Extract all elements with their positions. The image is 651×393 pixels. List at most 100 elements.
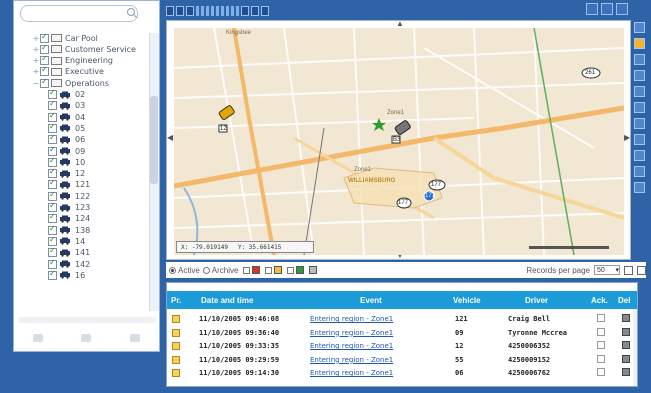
tree-vehicle-item[interactable]: 122 [48,190,90,201]
map-tool-button[interactable] [176,6,184,16]
tree-checkbox[interactable] [40,54,49,66]
tree-vehicle-item[interactable]: 14 [48,235,85,246]
tree-vehicle-item[interactable]: 04 [48,111,85,122]
tree-vehicle-item[interactable]: 16 [48,269,85,280]
region-icon[interactable] [634,70,645,81]
tree-checkbox[interactable] [48,178,57,190]
table-row[interactable]: 11/10/2005 09:29:59 Entering region - Zon… [167,353,637,366]
tree-scrollbar-thumb[interactable] [150,96,158,184]
expand-icon[interactable]: + [32,34,40,43]
tree-refresh-icon[interactable] [33,334,44,342]
find-vehicle-icon[interactable] [634,38,645,49]
settings-icon[interactable] [616,3,628,15]
col-vehicle[interactable]: Vehicle [453,296,481,305]
tree-vehicle-item[interactable]: 123 [48,201,90,213]
search-icon[interactable] [126,7,138,19]
pan-up-icon[interactable]: ▲ [396,19,404,28]
layers-icon[interactable] [634,54,645,65]
tree-checkbox[interactable] [48,99,57,111]
zoom-slider-step[interactable] [211,6,214,16]
priority-medium-checkbox[interactable] [265,266,273,274]
export-icon[interactable] [634,150,645,161]
vehicle-marker-label[interactable]: B3 [393,137,400,143]
tree-checkbox[interactable] [48,246,57,258]
table-row[interactable]: 11/10/2005 09:33:35 Entering region - Zon… [167,339,637,352]
ack-checkbox[interactable] [597,341,605,350]
tree-checkbox[interactable] [40,33,49,43]
save-icon[interactable] [309,266,318,274]
tree-folder-item[interactable]: − Operations [32,77,109,88]
tree-folder-item[interactable]: + Engineering [32,54,113,66]
cell-event-link[interactable]: Entering region - Zone1 [310,369,393,377]
map-tool-button[interactable] [261,6,269,16]
ack-checkbox[interactable] [597,354,605,363]
ack-checkbox[interactable] [597,368,605,377]
tree-checkbox[interactable] [40,65,49,77]
priority-high-checkbox[interactable] [243,266,251,274]
tree-checkbox[interactable] [40,43,49,54]
tree-checkbox[interactable] [48,122,57,133]
map-canvas[interactable]: Kingsbee Zone1 WILLIAMSBURG Zone1 261 17… [174,28,624,255]
tree-checkbox[interactable] [40,77,49,88]
tree-checkbox[interactable] [48,88,57,99]
zoom-slider-step[interactable] [196,6,199,16]
delete-icon[interactable] [622,341,630,350]
list-view-icon[interactable] [637,265,646,275]
col-delete[interactable]: Del [618,296,630,305]
search-input[interactable] [20,5,138,22]
vehicle-marker-label[interactable]: 12 [220,126,227,132]
tree-checkbox[interactable] [48,212,57,224]
col-priority[interactable]: Pr. [171,296,181,305]
tree-vehicle-item[interactable]: 09 [48,145,85,156]
grid-view-icon[interactable] [624,265,633,275]
table-row[interactable]: 11/10/2005 09:14:30 Entering region - Zon… [167,366,637,379]
map-mode-icon[interactable] [634,22,645,33]
zoom-slider-step[interactable] [221,6,224,16]
map-tool-button[interactable] [241,6,249,16]
measure-icon[interactable] [634,86,645,97]
minimize-icon[interactable] [586,3,598,15]
tree-folder-item[interactable]: + Executive [32,65,104,77]
tree-vehicle-item[interactable]: 03 [48,99,85,111]
tree-vehicle-item[interactable]: 10 [48,156,85,167]
delete-icon[interactable] [622,368,630,377]
table-row[interactable]: 11/10/2005 09:46:08 Entering region - Zon… [167,312,637,325]
map-tool-button[interactable] [251,6,259,16]
tree-checkbox[interactable] [48,224,57,235]
tree-vehicle-item[interactable]: 05 [48,122,85,133]
tree-vehicle-item[interactable]: 124 [48,212,90,224]
vehicle-icon[interactable] [634,166,645,177]
zoom-slider-step[interactable] [216,6,219,16]
delete-icon[interactable] [622,314,630,322]
tree-vehicle-item[interactable]: 142 [48,258,90,269]
table-scrollbar[interactable] [633,309,637,386]
archive-radio[interactable] [202,266,210,274]
vehicle-group-icon[interactable] [634,182,645,193]
print-icon[interactable] [634,118,645,129]
cell-event-link[interactable]: Entering region - Zone1 [310,329,393,337]
tree-vehicle-item[interactable]: 12 [48,167,85,179]
active-radio[interactable] [169,266,176,274]
history-icon[interactable] [634,134,645,145]
tree-checkbox[interactable] [48,111,57,122]
route-icon[interactable] [634,102,645,113]
tree-checkbox[interactable] [48,156,57,167]
delete-icon[interactable] [622,354,630,363]
tree-folder-item[interactable]: + Customer Service [32,43,136,54]
expand-icon[interactable]: + [32,45,40,54]
records-per-page-select[interactable]: 50 ▾ [594,265,620,275]
tree-vehicle-item[interactable]: 06 [48,133,85,145]
col-ack[interactable]: Ack. [591,296,608,305]
tree-vehicle-item[interactable]: 121 [48,178,90,190]
tree-checkbox[interactable] [48,133,57,145]
tree-horizontal-scrollbar[interactable] [18,317,156,323]
col-date[interactable]: Date and time [201,296,253,305]
tree-vehicle-item[interactable]: 02 [48,88,85,100]
cell-event-link[interactable]: Entering region - Zone1 [310,342,393,350]
tree-folder-item[interactable]: + Car Pool [32,33,98,43]
zoom-slider-step[interactable] [231,6,234,16]
map-tool-button[interactable] [186,6,194,16]
tree-checkbox[interactable] [48,167,57,179]
cell-event-link[interactable]: Entering region - Zone1 [310,356,393,364]
pan-left-icon[interactable]: ◀ [167,133,173,142]
